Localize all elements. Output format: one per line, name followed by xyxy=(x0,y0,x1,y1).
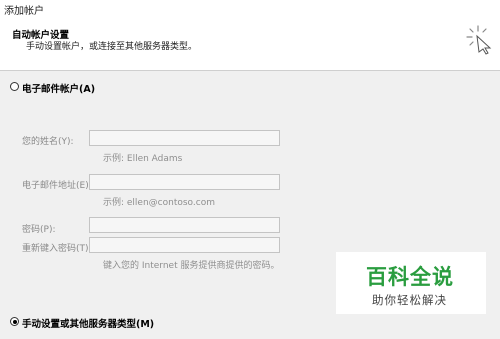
email-account-label[interactable]: 电子邮件帐户(A) xyxy=(22,81,95,95)
manual-setup-label[interactable]: 手动设置或其他服务器类型(M) xyxy=(22,316,154,330)
email-hint: 示例: ellen@contoso.com xyxy=(103,198,215,208)
title-bar: 添加帐户 xyxy=(0,0,500,18)
manual-setup-radio[interactable] xyxy=(10,317,19,326)
watermark-title: 百科全说 xyxy=(366,265,454,289)
header-description: 手动设置帐户，或连接至其他服务器类型。 xyxy=(26,42,198,52)
password-label: 密码(P): xyxy=(22,225,56,235)
password-input[interactable] xyxy=(89,217,280,233)
watermark-subtitle: 助你轻松解决 xyxy=(372,293,447,307)
name-hint: 示例: Ellen Adams xyxy=(103,154,183,164)
email-account-radio[interactable] xyxy=(10,82,19,91)
header-divider xyxy=(0,70,500,71)
manual-setup-radio-dot xyxy=(12,319,17,324)
password-hint: 键入您的 Internet 服务提供商提供的密码。 xyxy=(103,261,280,271)
window-title: 添加帐户 xyxy=(4,6,44,17)
name-label: 您的姓名(Y): xyxy=(22,137,74,147)
password-confirm-input[interactable] xyxy=(89,237,280,253)
password-confirm-label: 重新键入密码(T): xyxy=(22,244,92,254)
email-input[interactable] xyxy=(89,174,280,190)
wizard-sparkle-icon xyxy=(466,25,492,55)
email-label: 电子邮件地址(E): xyxy=(22,181,92,191)
header-panel: 自动帐户设置 手动设置帐户，或连接至其他服务器类型。 xyxy=(0,18,500,70)
name-input[interactable] xyxy=(89,130,280,146)
